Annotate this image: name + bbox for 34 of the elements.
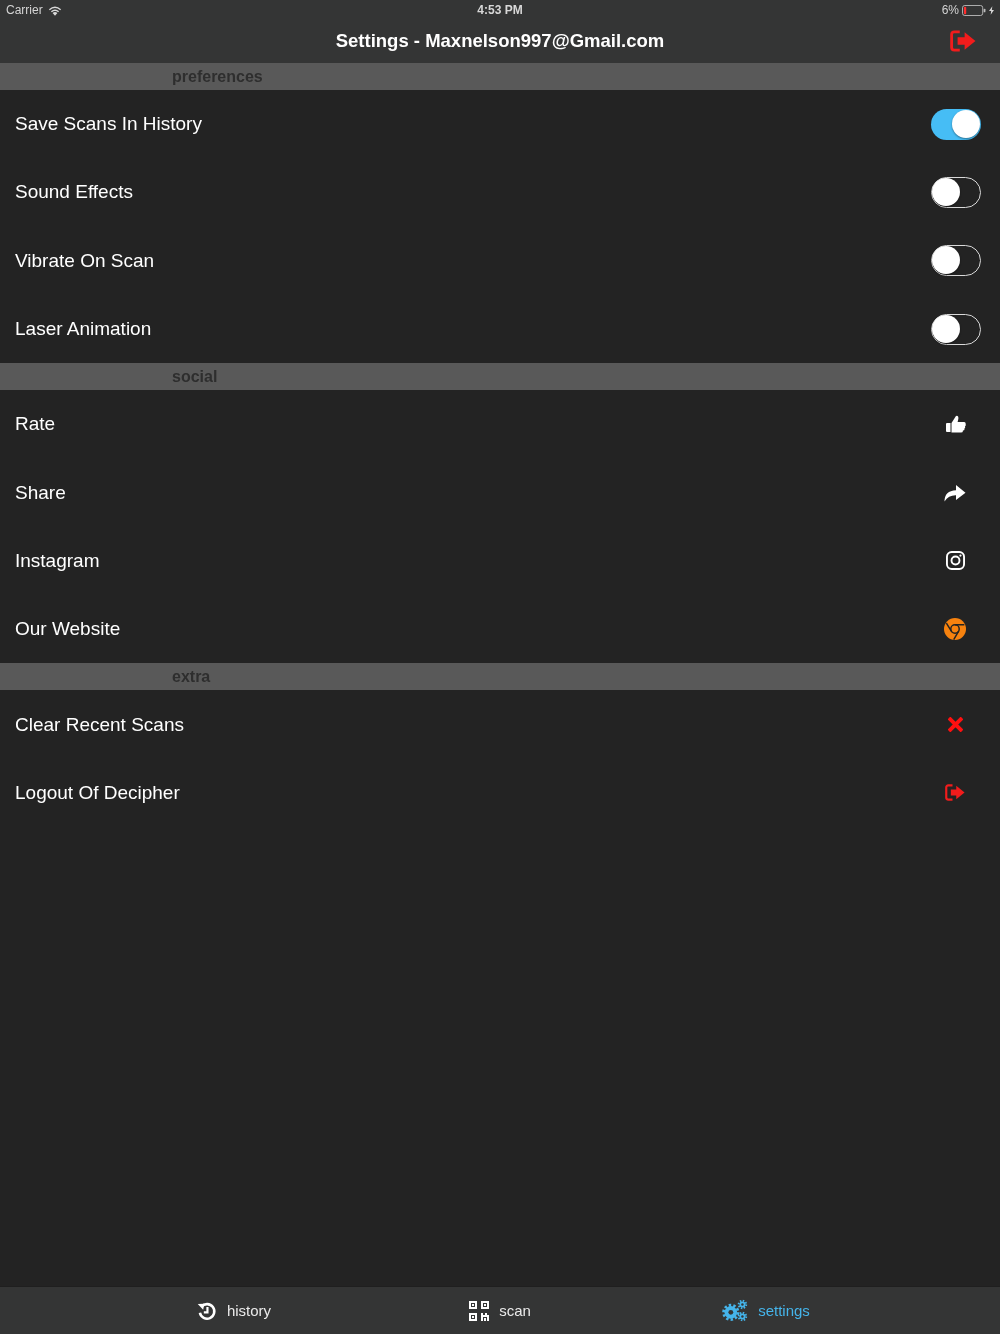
battery-percent: 6% [941,3,959,17]
clock-time: 4:53 PM [477,3,523,17]
charging-icon [989,5,994,15]
thumbs-up-icon [946,415,966,434]
toggle-switch[interactable] [931,245,981,277]
wifi-icon [47,4,62,16]
setting-label: Laser Animation [15,318,152,341]
menu-item[interactable]: Our Website [0,595,1000,664]
menu-item[interactable]: Rate [0,390,1000,459]
menu-item[interactable]: Logout Of Decipher [0,758,1000,827]
tab[interactable]: history [101,1287,367,1334]
battery-icon [962,4,986,16]
toggle-switch[interactable] [931,176,981,208]
setting-label: Vibrate On Scan [15,249,155,272]
browser-icon [944,618,966,641]
menu-item[interactable]: Instagram [0,526,1000,596]
toggle-switch[interactable] [931,108,981,140]
toggle-switch[interactable] [931,313,981,345]
camera-icon [946,551,965,571]
tab[interactable]: settings [633,1287,899,1334]
screen-title: Settings - Maxnelson997@Gmail.com [335,29,665,52]
cross-icon [948,717,963,732]
qr-code-icon [469,1300,490,1321]
menu-item[interactable]: Clear Recent Scans [0,690,1000,759]
sign-out-icon [945,784,965,802]
history-icon [196,1300,217,1321]
menu-item[interactable]: Share [0,458,1000,527]
carrier-name: Carrier [6,3,43,17]
sign-out-icon[interactable] [950,29,976,52]
setting-label: Save Scans In History [15,113,202,136]
gears-icon [722,1299,749,1322]
tab[interactable]: scan [367,1287,633,1334]
share-arrow-icon [944,483,966,502]
setting-label: Sound Effects [15,181,133,204]
